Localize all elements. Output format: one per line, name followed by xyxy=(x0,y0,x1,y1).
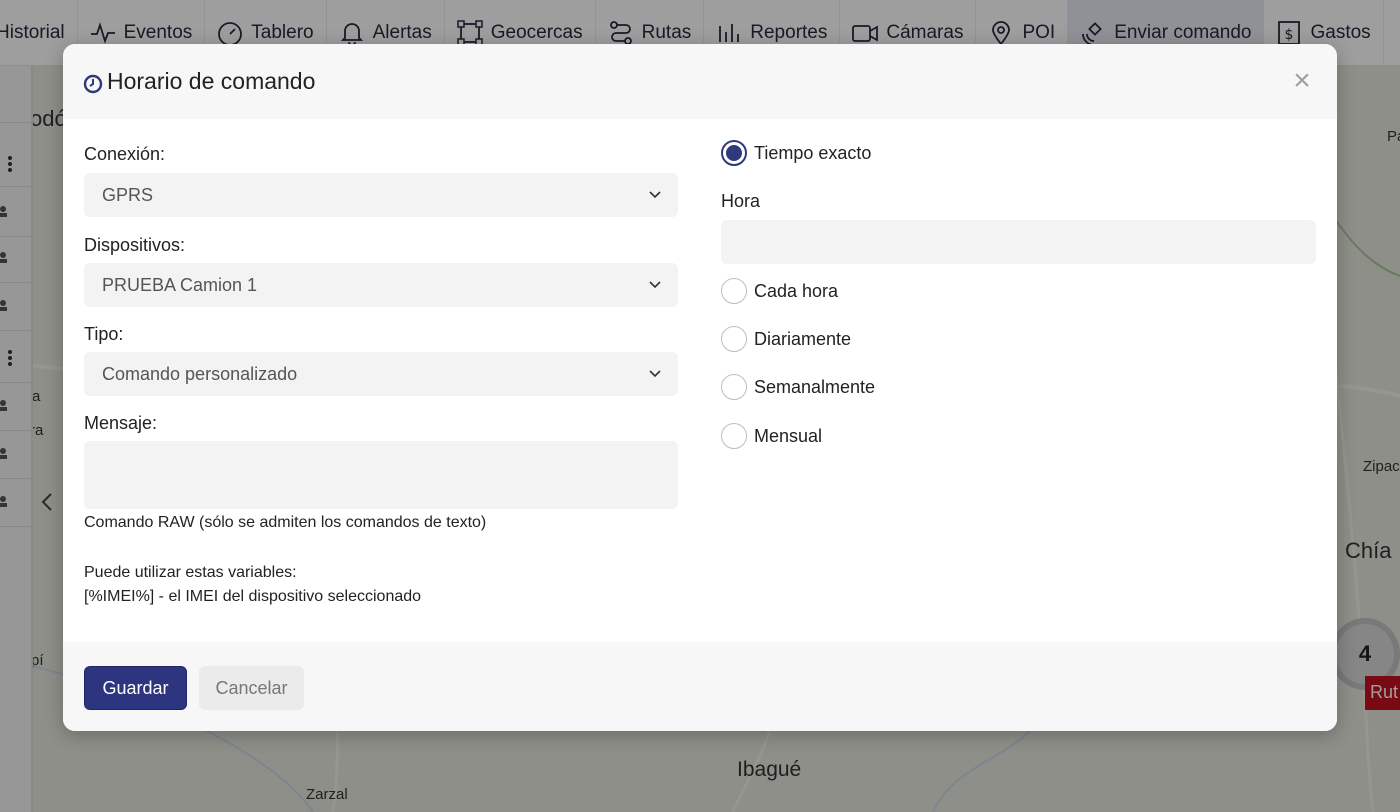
raw-command-note: Comando RAW (sólo se admiten los comando… xyxy=(84,514,487,531)
variables-imei-line: [%IMEI%] - el IMEI del dispositivo selec… xyxy=(84,588,422,605)
radio-daily[interactable]: Diariamente xyxy=(721,326,851,352)
radio-label: Diariamente xyxy=(754,328,852,349)
type-value: Comando personalizado xyxy=(102,363,298,384)
radio-selected-icon[interactable] xyxy=(721,140,747,166)
radio-weekly[interactable]: Semanalmente xyxy=(721,374,875,400)
message-label: Mensaje: xyxy=(84,413,158,433)
connection-select[interactable]: GPRS xyxy=(84,173,678,217)
devices-select[interactable]: PRUEBA Camion 1 xyxy=(84,263,678,307)
clock-icon xyxy=(83,74,103,93)
radio-unselected-icon[interactable] xyxy=(721,423,747,449)
dialog-footer: Guardar Cancelar xyxy=(63,642,1337,731)
devices-label: Dispositivos: xyxy=(84,235,186,255)
variables-title: Puede utilizar estas variables: xyxy=(84,564,297,581)
dialog-header: Horario de comando × xyxy=(63,44,1337,119)
connection-label: Conexión: xyxy=(84,144,166,164)
dialog-title: Horario de comando xyxy=(107,68,316,94)
command-schedule-dialog: Horario de comando × Conexión: GPRS Disp… xyxy=(63,44,1337,731)
hour-input[interactable] xyxy=(721,220,1316,264)
save-button[interactable]: Guardar xyxy=(84,666,187,710)
chevron-down-icon xyxy=(649,370,661,378)
cancel-button[interactable]: Cancelar xyxy=(199,666,304,710)
type-label: Tipo: xyxy=(84,324,124,344)
radio-unselected-icon[interactable] xyxy=(721,326,747,352)
hour-label: Hora xyxy=(721,191,761,211)
radio-unselected-icon[interactable] xyxy=(721,374,747,400)
type-select[interactable]: Comando personalizado xyxy=(84,352,678,396)
connection-value: GPRS xyxy=(102,184,154,205)
dialog-body: Conexión: GPRS Dispositivos: PRUEBA Cami… xyxy=(63,119,1337,642)
radio-exact-time[interactable]: Tiempo exacto xyxy=(721,140,871,166)
chevron-down-icon xyxy=(649,281,661,289)
close-button[interactable]: × xyxy=(1287,66,1317,96)
radio-label: Semanalmente xyxy=(754,376,876,397)
devices-value: PRUEBA Camion 1 xyxy=(102,274,258,295)
radio-monthly[interactable]: Mensual xyxy=(721,423,822,449)
radio-label: Mensual xyxy=(754,425,823,446)
radio-label: Cada hora xyxy=(754,280,839,301)
radio-hourly[interactable]: Cada hora xyxy=(721,278,838,304)
message-textarea[interactable] xyxy=(84,441,678,509)
radio-label: Tiempo exacto xyxy=(754,142,872,163)
radio-unselected-icon[interactable] xyxy=(721,278,747,304)
chevron-down-icon xyxy=(649,191,661,199)
